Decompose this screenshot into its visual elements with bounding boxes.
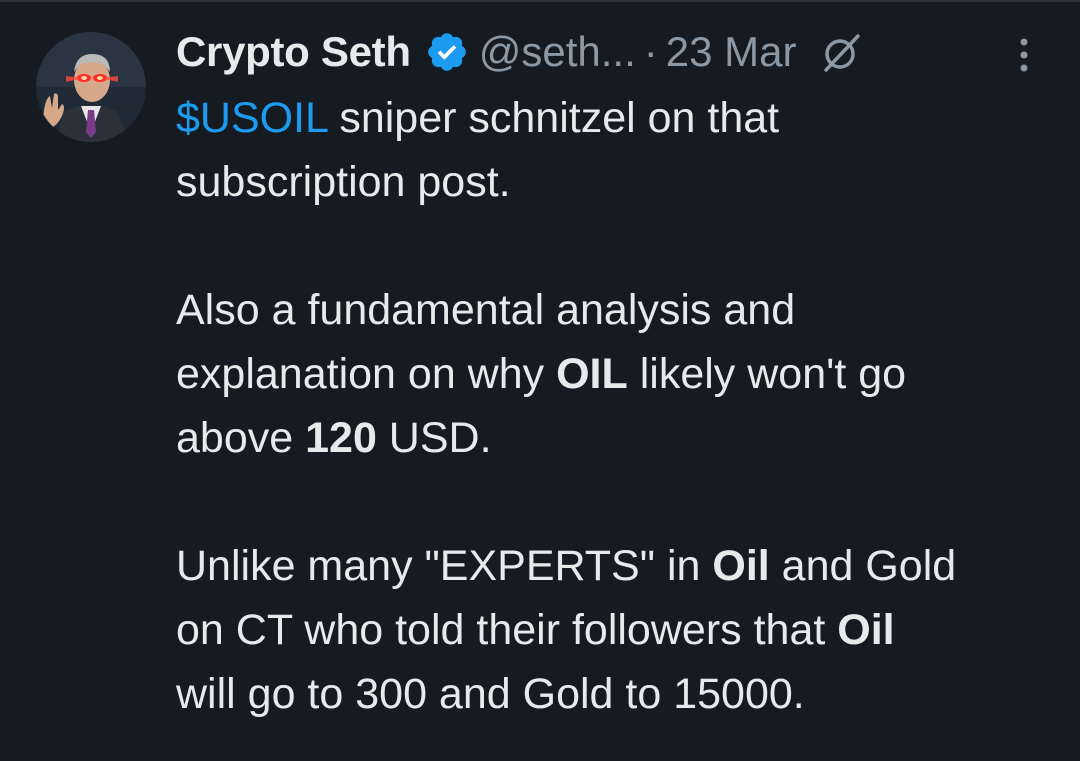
paragraph-2: Also a fundamental analysis and explanat… bbox=[176, 278, 1056, 470]
text-segment: Unlike many "EXPERTS" in bbox=[176, 542, 713, 590]
text-segment: likely won't go bbox=[627, 350, 907, 398]
text-segment: explanation on why bbox=[176, 350, 557, 398]
text-segment: and Gold bbox=[769, 542, 957, 590]
dot-separator: · bbox=[643, 28, 658, 75]
paragraph-1: $USOIL sniper schnitzel on that subscrip… bbox=[176, 86, 1056, 214]
tweet-header: Crypto Seth @seth... · 23 Mar bbox=[176, 24, 1056, 80]
avatar-image bbox=[36, 32, 146, 142]
tweet-date[interactable]: 23 Mar bbox=[666, 28, 797, 76]
top-divider bbox=[0, 0, 1080, 2]
bold-text: 120 bbox=[305, 414, 377, 462]
verified-badge-icon[interactable] bbox=[425, 30, 469, 74]
avatar[interactable] bbox=[36, 32, 146, 142]
author-display-name[interactable]: Crypto Seth bbox=[176, 28, 411, 76]
text-segment: subscription post. bbox=[176, 158, 511, 206]
text-segment: above bbox=[176, 414, 306, 462]
bold-text: Oil bbox=[837, 606, 895, 654]
tweet-text: $USOIL sniper schnitzel on that subscrip… bbox=[176, 86, 1056, 726]
bold-text: OIL bbox=[556, 350, 628, 398]
paragraph-3: Unlike many "EXPERTS" in Oil and Gold on… bbox=[176, 534, 1056, 726]
grok-icon[interactable] bbox=[820, 30, 864, 74]
text-segment: sniper schnitzel on that bbox=[327, 94, 780, 142]
bold-text: Oil bbox=[712, 542, 770, 590]
text-segment: on CT who told their followers that bbox=[176, 606, 838, 654]
cashtag-link[interactable]: $USOIL bbox=[176, 94, 327, 142]
text-segment: USD. bbox=[376, 414, 492, 462]
author-handle[interactable]: @seth... bbox=[479, 28, 636, 76]
more-vertical-icon[interactable] bbox=[1012, 34, 1036, 76]
text-segment: Also a fundamental analysis and bbox=[176, 286, 796, 334]
text-segment: will go to 300 and Gold to 15000. bbox=[176, 670, 805, 718]
